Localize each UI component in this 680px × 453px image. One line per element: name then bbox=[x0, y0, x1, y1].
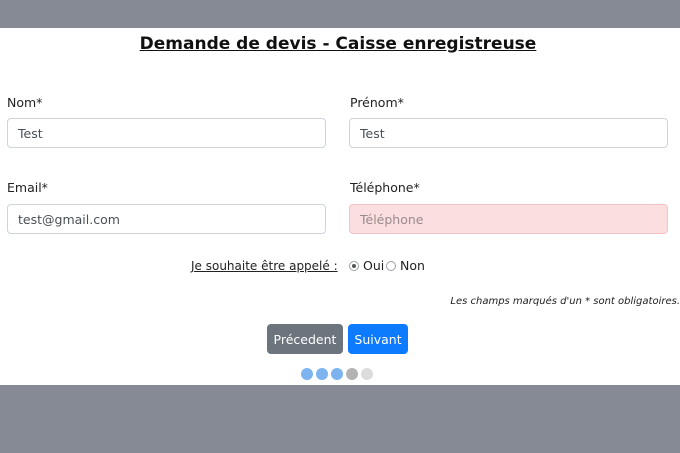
radio-non-label: Non bbox=[400, 258, 425, 273]
radio-non-circle[interactable] bbox=[386, 260, 396, 271]
next-button[interactable]: Suivant bbox=[348, 324, 408, 354]
required-fields-note: Les champs marqués d'un * sont obligatoi… bbox=[450, 296, 680, 307]
call-preference-label: Je souhaite être appelé : bbox=[191, 259, 338, 273]
prenom-input[interactable] bbox=[349, 118, 668, 148]
radio-oui[interactable]: Oui bbox=[349, 258, 384, 273]
progress-step-dot bbox=[316, 368, 328, 380]
radio-oui-circle[interactable] bbox=[349, 260, 359, 271]
previous-button[interactable]: Précedent bbox=[267, 324, 343, 354]
telephone-input[interactable] bbox=[349, 204, 668, 234]
prenom-label: Prénom* bbox=[350, 95, 404, 110]
quote-form-panel: Demande de devis - Caisse enregistreuse … bbox=[0, 28, 680, 385]
progress-step-dot bbox=[361, 368, 373, 380]
email-label: Email* bbox=[7, 180, 48, 195]
nom-input[interactable] bbox=[7, 118, 326, 148]
form-title: Demande de devis - Caisse enregistreuse bbox=[139, 34, 537, 54]
progress-step-dot bbox=[331, 368, 343, 380]
nom-label: Nom* bbox=[7, 95, 43, 110]
telephone-label: Téléphone* bbox=[350, 180, 420, 195]
progress-step-dot bbox=[346, 368, 358, 380]
radio-oui-label: Oui bbox=[363, 258, 385, 273]
email-input[interactable] bbox=[7, 204, 326, 234]
progress-step-dot bbox=[301, 368, 313, 380]
radio-non[interactable]: Non bbox=[386, 258, 425, 273]
progress-steps bbox=[301, 368, 373, 380]
